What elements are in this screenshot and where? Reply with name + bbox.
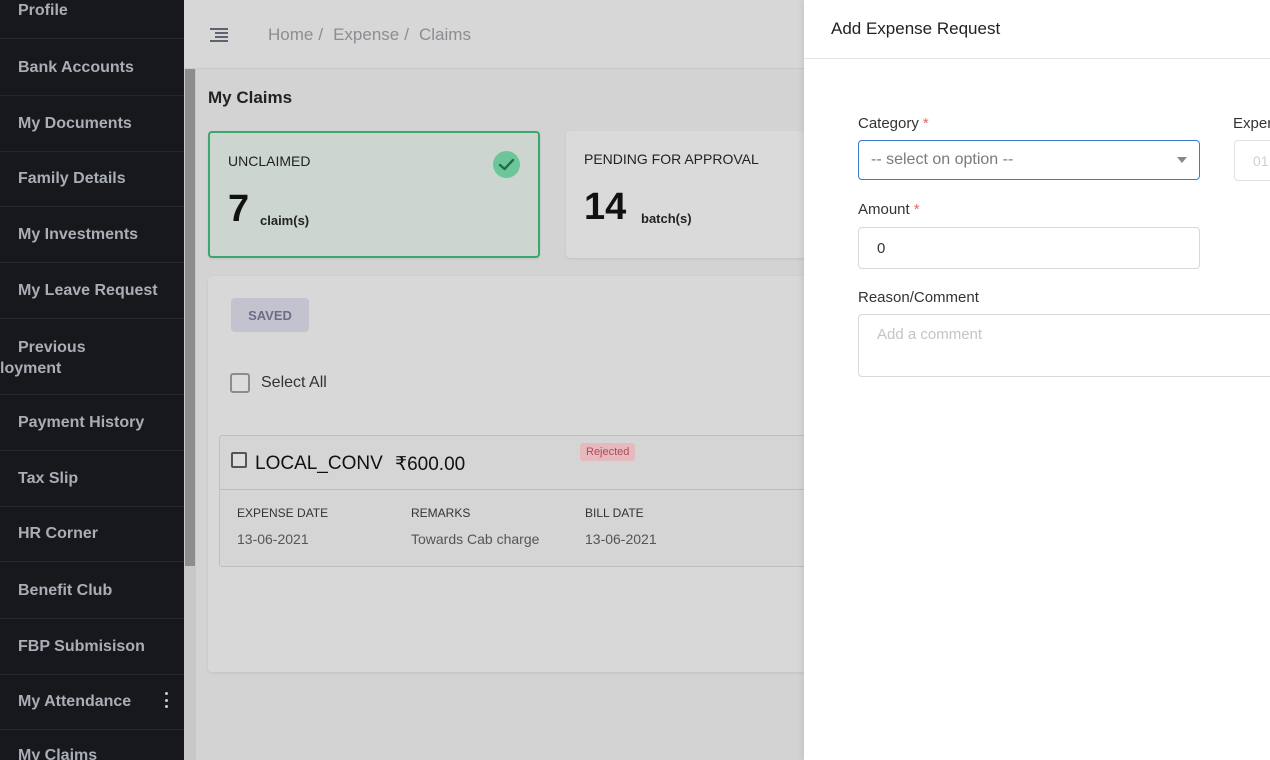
category-select-value: -- select on option --: [871, 151, 1014, 168]
breadcrumb-separator: /: [318, 25, 324, 44]
sidebar-item-label: HR Corner: [18, 524, 99, 542]
amount-input-value: 0: [877, 239, 886, 257]
menu-collapse-icon[interactable]: [210, 28, 228, 42]
sidebar-item-benefit-club[interactable]: Benefit Club: [0, 563, 184, 619]
amount-input[interactable]: 0: [858, 227, 1200, 269]
select-all-checkbox[interactable]: [230, 373, 250, 393]
sidebar-item-label: Family Details: [18, 169, 126, 187]
sidebar-item-label: loyment: [0, 360, 62, 377]
claim-card-header: LOCAL_CONV ₹600.00 Rejected: [220, 436, 818, 490]
stat-value: 7: [228, 188, 250, 230]
claims-panel: SAVED Select All LOCAL_CONV ₹600.00 Reje…: [208, 276, 819, 672]
sidebar-item-label: Tax Slip: [18, 469, 79, 487]
breadcrumb: Home / Expense / Claims: [268, 25, 471, 45]
breadcrumb-expense[interactable]: Expense: [333, 25, 399, 45]
stat-unit: batch(s): [641, 211, 692, 226]
sidebar-item-my-claims[interactable]: My Claims: [0, 728, 184, 760]
sidebar-item-my-leave-request[interactable]: My Leave Request: [0, 263, 184, 319]
claim-code: LOCAL_CONV: [255, 453, 383, 474]
category-label: Category *: [858, 115, 929, 132]
sidebar-item-label: Previous: [18, 339, 86, 356]
stat-card-pending-approval[interactable]: PENDING FOR APPROVAL 14 batch(s): [566, 131, 826, 258]
stat-card-unclaimed[interactable]: UNCLAIMED 7 claim(s): [208, 131, 540, 258]
sidebar-item-payment-history[interactable]: Payment History: [0, 395, 184, 451]
status-badge: Rejected: [580, 443, 636, 461]
add-expense-drawer: Add Expense Request Category * -- select …: [804, 0, 1270, 760]
sidebar-item-my-attendance[interactable]: My Attendance: [0, 674, 184, 730]
sidebar-item-profile[interactable]: Profile: [0, 0, 184, 39]
stat-label: PENDING FOR APPROVAL: [584, 151, 759, 167]
page-title: My Claims: [208, 88, 293, 107]
check-circle-icon: [493, 151, 520, 178]
category-select[interactable]: -- select on option --: [858, 140, 1200, 180]
sidebar-item-bank-accounts[interactable]: Bank Accounts: [0, 40, 184, 96]
claim-field-remarks: REMARKS Towards Cab charge: [411, 506, 539, 547]
sidebar-item-tax-slip[interactable]: Tax Slip: [0, 451, 184, 507]
stat-unit: claim(s): [260, 213, 310, 228]
expense-date-input[interactable]: 01: [1234, 140, 1270, 181]
sidebar-item-label: My Claims: [18, 746, 98, 760]
required-marker: *: [922, 115, 929, 132]
required-marker: *: [913, 201, 920, 218]
chevron-down-icon: [1177, 157, 1187, 163]
sidebar-item-previous-employment[interactable]: Previous loyment: [0, 319, 184, 395]
sidebar-item-my-investments[interactable]: My Investments: [0, 207, 184, 263]
breadcrumb-home[interactable]: Home: [268, 25, 313, 45]
sidebar-item-family-details[interactable]: Family Details: [0, 151, 184, 207]
sidebar-item-label: My Attendance: [18, 692, 132, 710]
category-label-text: Category: [858, 115, 919, 132]
sidebar-item-label: My Investments: [18, 225, 139, 243]
breadcrumb-separator: /: [404, 25, 409, 44]
sidebar: Profile Bank Accounts My Documents Famil…: [0, 0, 184, 760]
stat-value: 14: [584, 186, 627, 228]
sidebar-item-my-documents[interactable]: My Documents: [0, 96, 184, 152]
expense-date-label: Exper: [1233, 115, 1270, 132]
more-vertical-icon[interactable]: [164, 692, 168, 708]
breadcrumb-claims: Claims: [419, 25, 471, 44]
claim-field-expense-date: EXPENSE DATE 13-06-2021: [237, 506, 328, 547]
sidebar-item-label: My Documents: [18, 114, 132, 132]
sidebar-item-label: My Leave Request: [18, 281, 158, 299]
sidebar-item-label: Payment History: [18, 413, 145, 431]
field-label: BILL DATE: [585, 506, 644, 520]
saved-tab-button[interactable]: SAVED: [231, 298, 309, 332]
field-label: REMARKS: [411, 506, 471, 520]
reason-placeholder: Add a comment: [877, 326, 983, 343]
drawer-header: Add Expense Request: [804, 0, 1270, 59]
select-all[interactable]: Select All: [230, 373, 327, 393]
sidebar-item-label: Bank Accounts: [18, 58, 134, 76]
field-value: 13-06-2021: [237, 531, 309, 547]
stat-label: UNCLAIMED: [228, 153, 311, 169]
sidebar-item-label: Benefit Club: [18, 581, 113, 599]
sidebar-item-label: FBP Submisison: [18, 637, 145, 655]
claim-checkbox[interactable]: [231, 452, 247, 468]
amount-label-text: Amount: [858, 201, 910, 218]
sidebar-item-label: Profile: [18, 1, 68, 19]
amount-label: Amount *: [858, 201, 920, 218]
sidebar-scrollbar[interactable]: [184, 68, 196, 760]
claim-field-bill-date: BILL DATE 13-06-2021: [585, 506, 657, 547]
drawer-title: Add Expense Request: [831, 19, 1001, 38]
field-label: EXPENSE DATE: [237, 506, 329, 520]
reason-label: Reason/Comment: [858, 289, 979, 306]
expense-date-value: 01: [1253, 152, 1269, 169]
sidebar-item-hr-corner[interactable]: HR Corner: [0, 506, 184, 562]
claim-amount: ₹600.00: [395, 454, 466, 475]
claim-card[interactable]: LOCAL_CONV ₹600.00 Rejected EXPENSE DATE…: [219, 435, 819, 567]
sidebar-item-fbp-submission[interactable]: FBP Submisison: [0, 619, 184, 675]
select-all-label: Select All: [261, 374, 327, 391]
field-value: 13-06-2021: [585, 531, 657, 547]
field-value: Towards Cab charge: [411, 531, 540, 547]
reason-textarea[interactable]: Add a comment: [858, 314, 1270, 377]
scrollbar-thumb[interactable]: [185, 68, 195, 566]
